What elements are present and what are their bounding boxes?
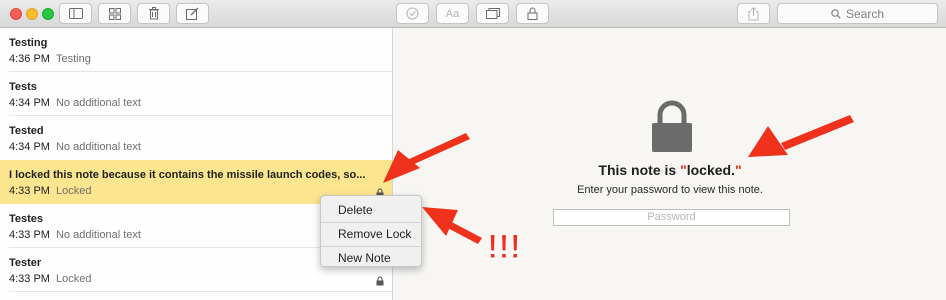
menu-item-delete[interactable]: Delete (321, 200, 421, 221)
checkmark-circle-icon (406, 7, 419, 20)
note-time: 4:34 PM (9, 97, 50, 109)
row-divider (9, 291, 392, 292)
locked-title-prefix: This note is (598, 162, 681, 178)
note-time: 4:33 PM (9, 273, 50, 285)
open-quote-mark: " (680, 162, 687, 178)
window-toolbar: Aa Search (0, 0, 946, 28)
note-preview: No additional text (55, 97, 141, 109)
search-field[interactable]: Search (777, 3, 938, 24)
grid-icon (108, 7, 121, 20)
note-preview: No additional text (55, 141, 141, 153)
close-window-button[interactable] (10, 8, 22, 20)
note-row[interactable]: Tests 4:34 PM No additional text (0, 72, 392, 116)
menu-divider (321, 246, 421, 247)
lock-icon (376, 276, 384, 286)
zoom-window-button[interactable] (42, 8, 54, 20)
note-time: 4:36 PM (9, 53, 50, 65)
menu-item-remove-lock[interactable]: Remove Lock (321, 224, 421, 245)
large-lock-icon (652, 100, 692, 152)
format-text-button[interactable]: Aa (436, 3, 469, 24)
password-field[interactable]: Password (553, 209, 790, 226)
media-button[interactable] (476, 3, 509, 24)
context-menu: Delete Remove Lock New Note (320, 195, 422, 267)
note-title: Tests (9, 81, 37, 93)
note-preview: No additional text (55, 229, 141, 241)
sidebar-toggle-button[interactable] (59, 3, 92, 24)
trash-icon (148, 7, 159, 20)
note-editor: This note is "locked." Enter your passwo… (394, 28, 946, 300)
minimize-window-button[interactable] (26, 8, 38, 20)
note-title: Tested (9, 125, 44, 137)
note-row[interactable]: Tested 4:34 PM No additional text (0, 116, 392, 160)
locked-title: This note is "locked." (394, 162, 946, 178)
note-row[interactable]: Testing 4:36 PM Testing (0, 28, 392, 72)
lock-note-button[interactable] (516, 3, 549, 24)
note-time: 4:34 PM (9, 141, 50, 153)
note-preview: Testing (55, 53, 91, 65)
menu-divider (321, 222, 421, 223)
note-preview: Locked (55, 273, 92, 285)
delete-note-button[interactable] (137, 3, 170, 24)
sidebar-icon (68, 8, 83, 19)
note-title: I locked this note because it contains t… (9, 169, 366, 181)
gallery-view-button[interactable] (98, 3, 131, 24)
lock-icon (527, 7, 538, 20)
share-button[interactable] (737, 3, 770, 24)
note-preview: Locked (55, 185, 92, 197)
menu-item-new-note[interactable]: New Note (321, 248, 421, 269)
share-icon (748, 6, 759, 20)
close-quote-mark: " (734, 162, 742, 178)
compose-note-button[interactable] (176, 3, 209, 24)
locked-subtitle: Enter your password to view this note. (577, 184, 763, 196)
photo-stack-icon (485, 8, 500, 19)
checklist-button[interactable] (396, 3, 429, 24)
search-placeholder: Search (845, 6, 885, 21)
locked-title-word: locked. (686, 162, 735, 178)
compose-icon (186, 7, 199, 20)
note-time: 4:33 PM (9, 229, 50, 241)
note-time: 4:33 PM (9, 185, 50, 197)
text-format-icon: Aa (445, 7, 460, 20)
search-icon (831, 8, 841, 19)
note-title: Testing (9, 37, 48, 49)
